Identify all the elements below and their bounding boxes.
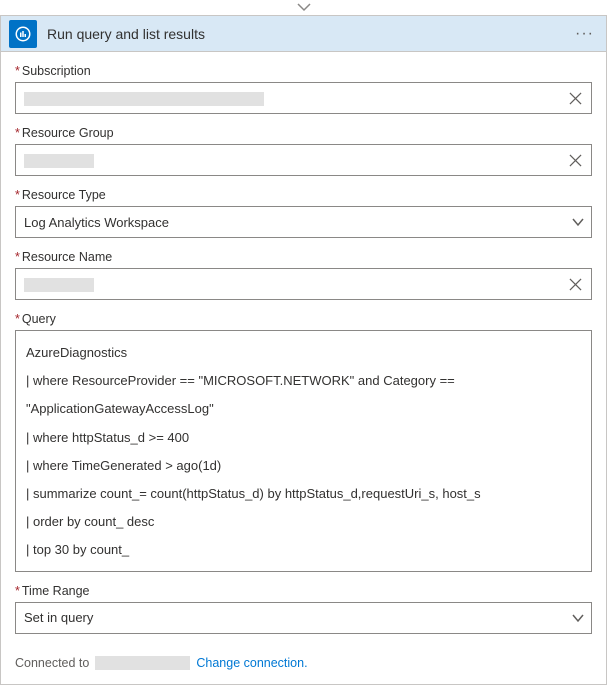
chevron-down-icon <box>571 611 585 625</box>
query-line: | where TimeGenerated > ago(1d) <box>26 452 581 480</box>
query-line: | order by count_ desc <box>26 508 581 536</box>
change-connection-link[interactable]: Change connection. <box>196 656 307 670</box>
query-line: | top 30 by count_ <box>26 536 581 564</box>
card-body: *Subscription *Resource Group *Resource … <box>1 52 606 684</box>
subscription-value-redacted <box>24 92 264 106</box>
time-range-label: *Time Range <box>15 584 592 598</box>
time-range-value: Set in query <box>24 610 571 625</box>
query-editor[interactable]: AzureDiagnostics| where ResourceProvider… <box>15 330 592 572</box>
connection-name-redacted <box>95 656 190 670</box>
chevron-down-icon <box>571 215 585 229</box>
resource-name-input[interactable] <box>15 268 592 300</box>
query-line: "ApplicationGatewayAccessLog" <box>26 395 581 423</box>
query-line: | summarize count_= count(httpStatus_d) … <box>26 480 581 508</box>
subscription-input[interactable] <box>15 82 592 114</box>
monitor-logs-icon <box>9 20 37 48</box>
resource-type-value: Log Analytics Workspace <box>24 215 571 230</box>
resource-group-label: *Resource Group <box>15 126 592 140</box>
clear-icon[interactable] <box>565 150 585 170</box>
resource-group-value-redacted <box>24 154 94 168</box>
connector-arrow <box>0 0 607 15</box>
resource-group-field: *Resource Group <box>15 126 592 176</box>
card-header[interactable]: Run query and list results ··· <box>1 16 606 52</box>
resource-type-label: *Resource Type <box>15 188 592 202</box>
card-title: Run query and list results <box>37 26 571 42</box>
query-line: | where ResourceProvider == "MICROSOFT.N… <box>26 367 581 395</box>
resource-type-field: *Resource Type Log Analytics Workspace <box>15 188 592 238</box>
query-line: AzureDiagnostics <box>26 339 581 367</box>
time-range-dropdown[interactable]: Set in query <box>15 602 592 634</box>
connection-footer: Connected to Change connection. <box>15 646 592 670</box>
query-field: *Query AzureDiagnostics| where ResourceP… <box>15 312 592 572</box>
resource-name-value-redacted <box>24 278 94 292</box>
card-menu-button[interactable]: ··· <box>571 25 598 43</box>
query-line: | where httpStatus_d >= 400 <box>26 424 581 452</box>
resource-type-dropdown[interactable]: Log Analytics Workspace <box>15 206 592 238</box>
resource-group-input[interactable] <box>15 144 592 176</box>
action-card: Run query and list results ··· *Subscrip… <box>0 15 607 685</box>
clear-icon[interactable] <box>565 274 585 294</box>
resource-name-label: *Resource Name <box>15 250 592 264</box>
subscription-label: *Subscription <box>15 64 592 78</box>
query-label: *Query <box>15 312 592 326</box>
clear-icon[interactable] <box>565 88 585 108</box>
subscription-field: *Subscription <box>15 64 592 114</box>
resource-name-field: *Resource Name <box>15 250 592 300</box>
connected-to-label: Connected to <box>15 656 89 670</box>
time-range-field: *Time Range Set in query <box>15 584 592 634</box>
